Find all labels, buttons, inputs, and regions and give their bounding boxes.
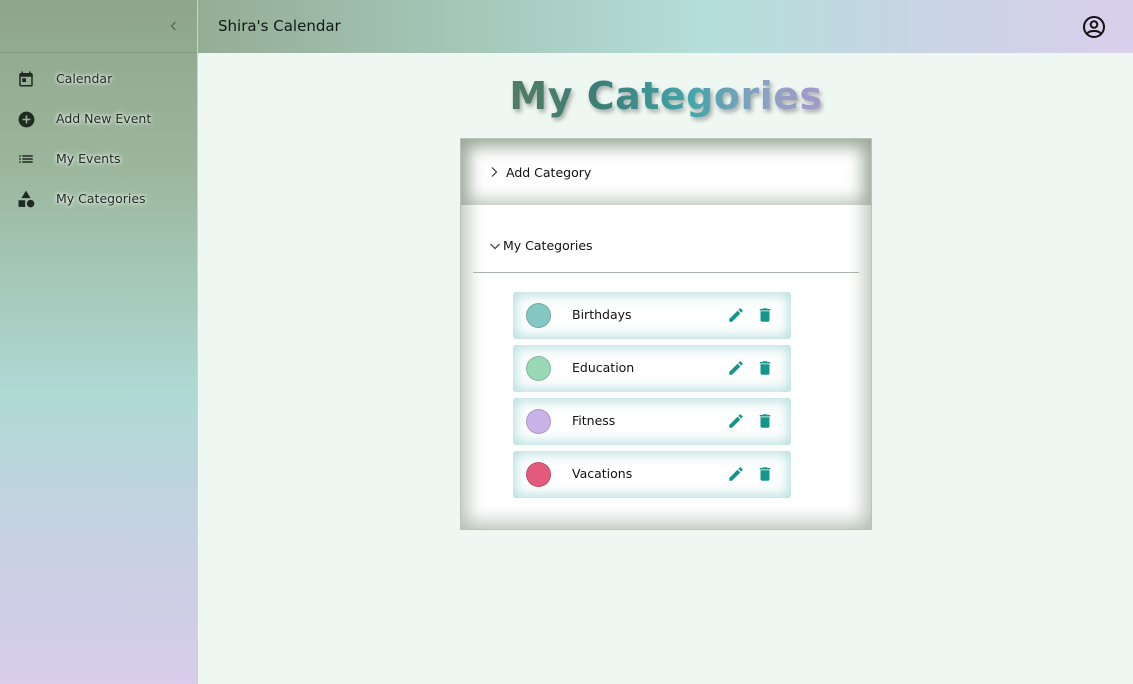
edit-category-button[interactable] (727, 412, 745, 430)
sidebar-item-calendar[interactable]: Calendar (0, 63, 198, 95)
sidebar-item-label: My Categories (56, 191, 146, 206)
trash-icon (759, 414, 771, 428)
category-name: Birthdays (572, 307, 632, 322)
category-name: Vacations (572, 466, 633, 481)
pencil-icon (729, 414, 743, 428)
sidebar-item-my-events[interactable]: My Events (0, 143, 198, 175)
sidebar-header (0, 0, 197, 53)
calendar-icon (16, 69, 36, 89)
add-circle-icon (16, 109, 36, 129)
category-color-swatch (526, 303, 551, 328)
app-root: Calendar Add New Event My Events My Cate… (0, 0, 1133, 684)
chevron-right-icon (491, 167, 498, 177)
top-app-bar: Shira's Calendar (198, 0, 1133, 53)
category-item: Education (513, 345, 791, 392)
trash-icon (759, 308, 771, 322)
categories-panel: Add Category My Categories Birthdays Edu… (460, 138, 872, 530)
category-color-swatch (526, 356, 551, 381)
sidebar-item-my-categories[interactable]: My Categories (0, 183, 198, 215)
category-name: Education (572, 360, 635, 375)
delete-category-button[interactable] (756, 359, 774, 377)
sidebar-item-label: Calendar (56, 71, 113, 86)
account-button[interactable] (1082, 15, 1106, 39)
edit-category-button[interactable] (727, 359, 745, 377)
category-color-swatch (526, 462, 551, 487)
category-name: Fitness (572, 413, 616, 428)
pencil-icon (729, 467, 743, 481)
sidebar-item-label: Add New Event (56, 111, 152, 126)
page-title: My Categories (460, 74, 872, 118)
trash-icon (759, 361, 771, 375)
sidebar-collapse-button[interactable] (164, 16, 184, 36)
sidebar-item-label: My Events (56, 151, 121, 166)
category-item: Vacations (513, 451, 791, 498)
category-item: Birthdays (513, 292, 791, 339)
sidebar: Calendar Add New Event My Events My Cate… (0, 0, 198, 684)
category-item: Fitness (513, 398, 791, 445)
trash-icon (759, 467, 771, 481)
account-circle-icon (1083, 16, 1105, 38)
delete-category-button[interactable] (756, 412, 774, 430)
category-shapes-icon (16, 189, 36, 209)
add-category-accordion[interactable]: Add Category (461, 139, 871, 205)
chevron-left-icon (170, 21, 176, 31)
delete-category-button[interactable] (756, 306, 774, 324)
category-color-swatch (526, 409, 551, 434)
pencil-icon (729, 308, 743, 322)
pencil-icon (729, 361, 743, 375)
sidebar-item-add-new-event[interactable]: Add New Event (0, 103, 198, 135)
add-category-label: Add Category (506, 165, 592, 180)
my-categories-accordion[interactable]: My Categories (473, 211, 859, 273)
list-icon (16, 149, 36, 169)
my-categories-label: My Categories (503, 238, 593, 253)
delete-category-button[interactable] (756, 465, 774, 483)
app-title: Shira's Calendar (218, 17, 341, 35)
edit-category-button[interactable] (727, 465, 745, 483)
chevron-down-icon (490, 243, 500, 250)
edit-category-button[interactable] (727, 306, 745, 324)
